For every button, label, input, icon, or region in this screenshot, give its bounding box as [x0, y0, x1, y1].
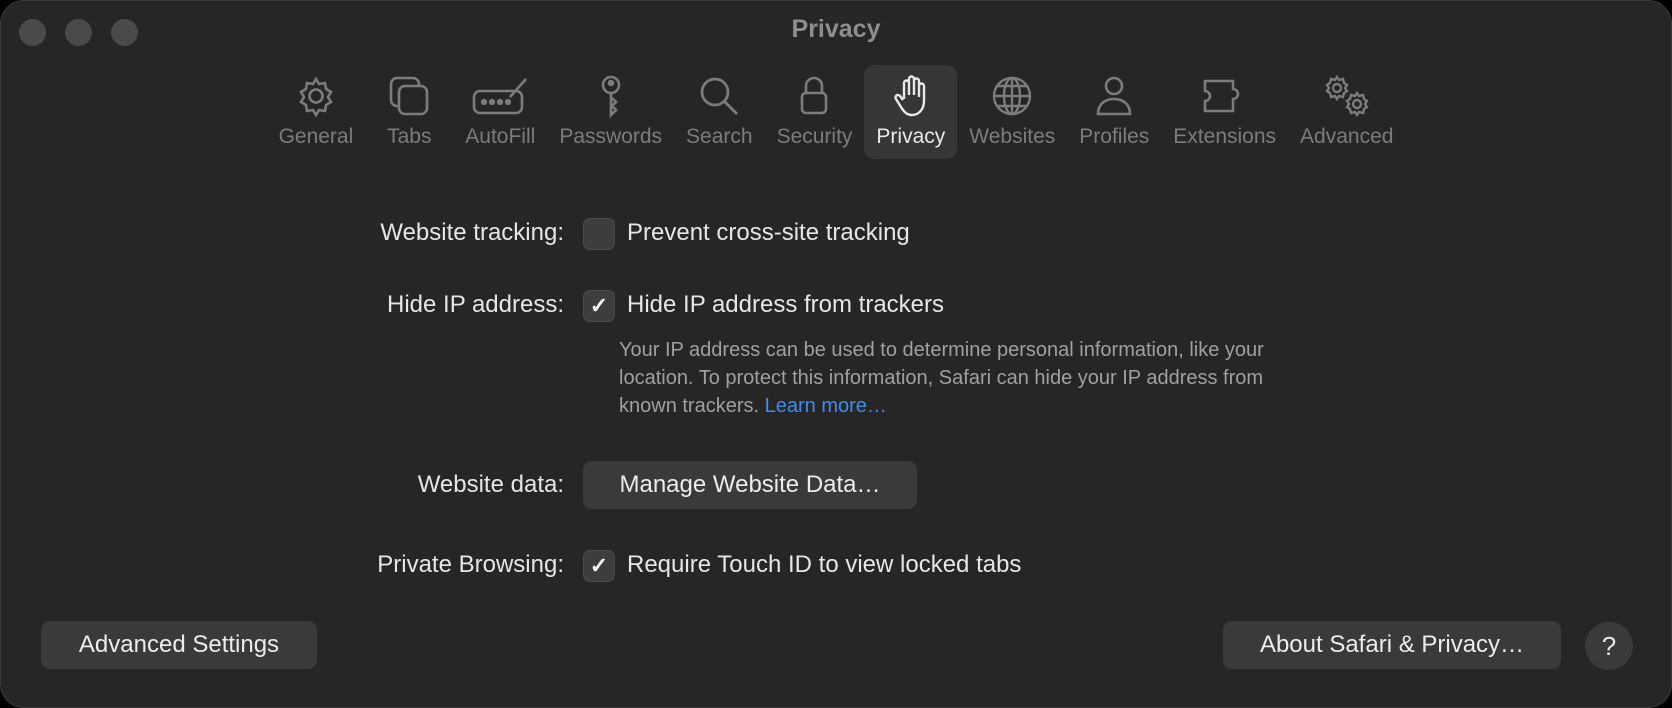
hide-ip-text[interactable]: Hide IP address from trackers [627, 291, 944, 319]
prevent-tracking-checkbox[interactable] [583, 218, 615, 250]
autofill-icon [472, 78, 528, 115]
manage-website-data-button[interactable]: Manage Website Data… [583, 461, 917, 509]
about-safari-privacy-button[interactable]: About Safari & Privacy… [1223, 621, 1561, 669]
website-tracking-label: Website tracking: [380, 219, 564, 246]
private-browsing-label: Private Browsing: [377, 551, 564, 578]
hide-ip-label: Hide IP address: [387, 291, 564, 318]
learn-more-link[interactable]: Learn more… [765, 395, 887, 417]
gear-icon [299, 76, 333, 118]
tab-advanced[interactable]: Advanced [1288, 65, 1405, 159]
hide-ip-checkbox[interactable]: ✓ [583, 290, 615, 322]
hand-icon [894, 75, 926, 117]
tab-tabs[interactable]: Tabs [365, 65, 453, 159]
tab-extensions-label: Extensions [1173, 125, 1277, 148]
tab-general-label: General [278, 125, 354, 148]
tab-security-label: Security [776, 125, 853, 148]
tab-autofill[interactable]: AutoFill [453, 65, 547, 159]
tab-websites[interactable]: Websites [957, 65, 1067, 159]
tab-passwords-label: Passwords [559, 125, 663, 148]
gears-icon [1325, 74, 1369, 118]
tab-security[interactable]: Security [765, 65, 865, 159]
help-button[interactable]: ? [1585, 622, 1633, 670]
tab-extensions[interactable]: Extensions [1161, 65, 1288, 159]
tab-profiles[interactable]: Profiles [1067, 65, 1161, 159]
tab-advanced-label: Advanced [1300, 125, 1394, 148]
tab-passwords[interactable]: Passwords [547, 65, 674, 159]
tab-profiles-label: Profiles [1079, 125, 1150, 148]
tab-privacy[interactable]: Privacy [864, 65, 958, 159]
tab-general[interactable]: General [267, 65, 366, 159]
globe-icon [993, 76, 1032, 116]
touch-id-text[interactable]: Require Touch ID to view locked tabs [627, 551, 1021, 579]
hide-ip-description: Your IP address can be used to determine… [619, 336, 1319, 420]
puzzle-icon [1203, 79, 1239, 113]
tabs-icon [389, 76, 429, 116]
preferences-window: Privacy General Tabs AutoFill Passwords … [0, 0, 1672, 708]
hide-ip-description-text: Your IP address can be used to determine… [619, 339, 1264, 417]
window-title: Privacy [791, 15, 881, 43]
tab-websites-label: Websites [969, 125, 1056, 148]
preferences-toolbar: General Tabs AutoFill Passwords Search S… [1, 65, 1671, 159]
person-icon [1096, 76, 1132, 116]
checkmark-icon: ✓ [589, 293, 609, 318]
touch-id-checkbox[interactable]: ✓ [583, 550, 615, 582]
tab-search-label: Search [686, 125, 753, 148]
tab-search[interactable]: Search [674, 65, 765, 159]
magnifier-icon [700, 77, 739, 115]
tab-tabs-label: Tabs [387, 125, 432, 148]
checkmark-icon: ✓ [589, 553, 609, 578]
key-icon [601, 75, 620, 119]
tab-autofill-label: AutoFill [465, 125, 536, 148]
tab-privacy-label: Privacy [876, 125, 946, 148]
website-data-label: Website data: [417, 471, 564, 498]
advanced-settings-button[interactable]: Advanced Settings [41, 621, 317, 669]
lock-icon [801, 76, 828, 115]
prevent-tracking-text[interactable]: Prevent cross-site tracking [627, 219, 910, 247]
